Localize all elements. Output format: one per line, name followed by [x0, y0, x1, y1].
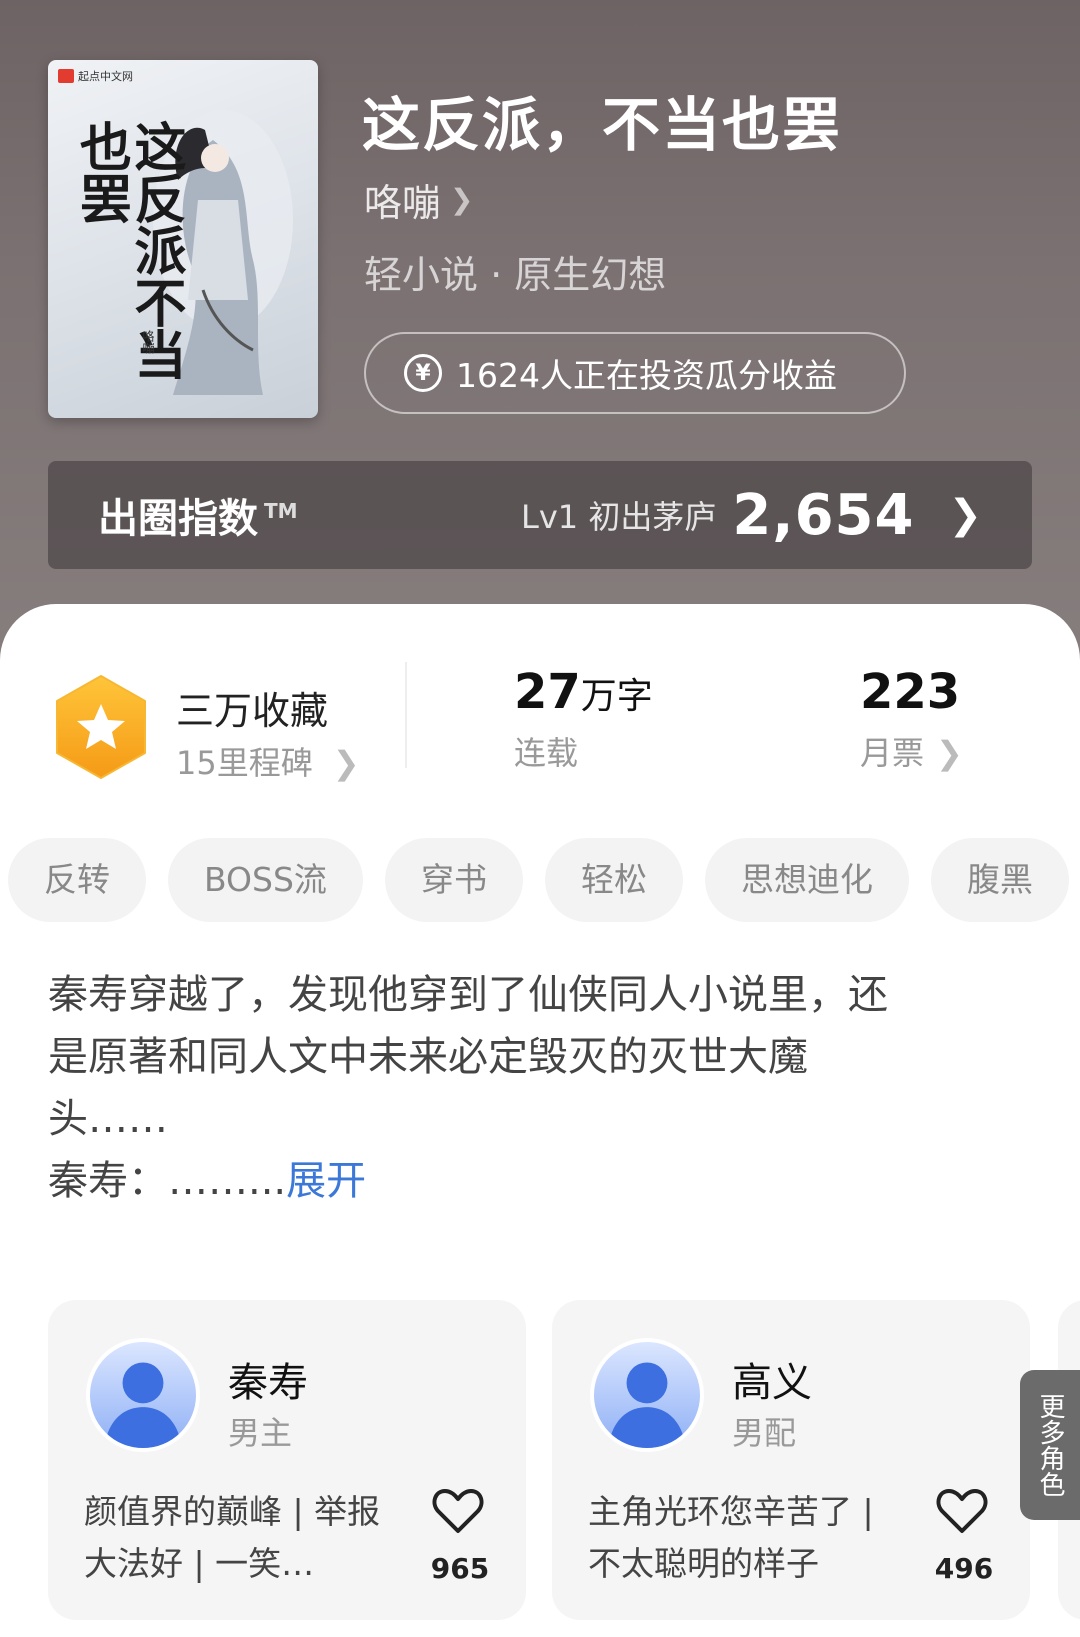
- chevron-right-icon: ❯: [332, 744, 360, 782]
- index-level: Lv1 初出茅庐: [521, 498, 717, 536]
- yen-icon: ¥: [404, 354, 442, 392]
- invest-button[interactable]: ¥ 1624人正在投资瓜分收益: [364, 332, 906, 414]
- tag-list: 反转 BOSS流 穿书 轻松 思想迪化 腹黑: [8, 838, 1080, 924]
- index-label: 出圈指数 TM: [98, 496, 298, 542]
- character-card[interactable]: 高义 男配 主角光环您辛苦了 | 不太聪明的样子 496: [552, 1300, 1030, 1620]
- synopsis-line: 头……: [48, 1096, 168, 1142]
- character-description: 颜值界的巅峰 | 举报大法好 | 一笑…: [84, 1492, 381, 1583]
- collection-count: 三万收藏: [176, 689, 329, 733]
- word-count-unit: 万字: [580, 676, 653, 717]
- tag-chip[interactable]: 思想迪化: [704, 838, 909, 922]
- tag-chip[interactable]: 腹黑: [930, 838, 1069, 922]
- cover-title-art: 这反派不当也罢: [70, 120, 186, 380]
- trademark-mark: TM: [264, 498, 298, 523]
- synopsis[interactable]: 秦寿穿越了，发现他穿到了仙侠同人小说里，还 是原著和同人文中未来必定毁灭的灭世大…: [48, 964, 1008, 1212]
- book-genre: 轻小说 · 原生幻想: [364, 253, 667, 297]
- tag-chip[interactable]: 穿书: [384, 838, 523, 922]
- book-title: 这反派，不当也罢: [362, 91, 843, 159]
- character-role: 男主: [228, 1414, 293, 1452]
- publisher-logo-icon: [58, 69, 74, 83]
- character-card[interactable]: 秦寿 男主 颜值界的巅峰 | 举报大法好 | 一笑… 965: [48, 1300, 526, 1620]
- like-count: 496: [934, 1552, 994, 1585]
- index-score: 2,654: [732, 482, 915, 548]
- author-link[interactable]: 咯嘣 ❯: [364, 172, 473, 227]
- chevron-right-icon: ❯: [948, 492, 982, 538]
- more-roles-button[interactable]: 更多角色: [1020, 1370, 1080, 1520]
- book-detail-card: 三万收藏 15里程碑 ❯ 27万字 连载 223 月票 ❯ 反转 BOSS流 穿书 轻松思…: [0, 604, 1080, 1637]
- like-count: 965: [430, 1552, 490, 1585]
- avatar-icon: [590, 1338, 704, 1452]
- monthly-ticket-count: 223: [860, 664, 961, 720]
- monthly-ticket-stat[interactable]: 223 月票 ❯: [860, 664, 963, 774]
- serial-status: 连载: [514, 734, 579, 772]
- star-badge-icon: [56, 675, 146, 779]
- character-name: 高义: [732, 1360, 812, 1406]
- chevron-right-icon: ❯: [936, 734, 963, 772]
- word-count-number: 27: [514, 664, 581, 720]
- tag-chip[interactable]: BOSS流: [168, 838, 363, 922]
- invest-text: 1624人正在投资瓜分收益: [456, 356, 837, 395]
- book-cover[interactable]: 起点中文网 这反派不当也罢 咯嘣: [48, 60, 318, 418]
- synopsis-line: 秦寿穿越了，发现他穿到了仙侠同人小说里，还: [48, 972, 888, 1018]
- synopsis-line: 是原著和同人文中未来必定毁灭的灭世大魔: [48, 1034, 808, 1080]
- tag-chip[interactable]: 轻松: [544, 838, 683, 922]
- popularity-index-bar[interactable]: 出圈指数 TM Lv1 初出茅庐 2,654 ❯: [48, 461, 1032, 569]
- avatar-icon: [86, 1338, 200, 1452]
- character-name: 秦寿: [228, 1360, 308, 1406]
- cover-publisher-text: 起点中文网: [78, 70, 133, 83]
- collection-stat[interactable]: 三万收藏 15里程碑 ❯: [54, 674, 394, 784]
- cover-publisher: 起点中文网: [58, 68, 133, 84]
- heart-icon[interactable]: [936, 1488, 988, 1534]
- monthly-ticket-label: 月票 ❯: [860, 734, 963, 772]
- milestone-link[interactable]: 15里程碑 ❯: [176, 738, 360, 784]
- divider: [405, 662, 407, 768]
- author-name: 咯嘣: [364, 181, 441, 225]
- character-list: 秦寿 男主 颜值界的巅峰 | 举报大法好 | 一笑… 965 高义 男配 主角光…: [48, 1300, 1080, 1620]
- character-description: 主角光环您辛苦了 | 不太聪明的样子: [588, 1492, 874, 1583]
- tag-chip[interactable]: 反转: [8, 838, 146, 922]
- word-count-stat: 27万字 连载: [514, 664, 653, 774]
- character-role: 男配: [732, 1414, 797, 1452]
- heart-icon[interactable]: [432, 1488, 484, 1534]
- expand-link[interactable]: 展开: [286, 1158, 366, 1204]
- cover-author-mark: 咯嘣: [141, 330, 155, 354]
- chevron-right-icon: ❯: [450, 183, 474, 216]
- synopsis-line: 秦寿：……...展开: [48, 1158, 367, 1204]
